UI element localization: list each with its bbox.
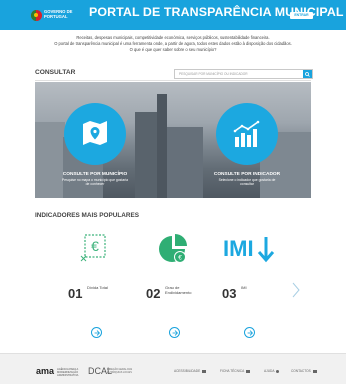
go-button[interactable]	[91, 327, 102, 338]
list-icon	[246, 369, 251, 373]
accessibility-icon	[202, 369, 207, 373]
tower-shape	[157, 94, 167, 198]
rank-number: 02	[146, 286, 161, 301]
arrow-right-icon	[94, 329, 100, 336]
search-button[interactable]	[303, 70, 312, 78]
footer-link-contacts[interactable]: CONTACTOS	[291, 369, 317, 373]
pie-euro-icon[interactable]: €	[158, 233, 190, 270]
consult-indicator-button[interactable]	[216, 103, 278, 165]
dcal-logo-subtitle: DIREÇÃO GERAL DAS AUTARQUIAS LOCAIS	[107, 368, 133, 374]
footer: ama AGÊNCIA PARA A MODERNIZAÇÃO ADMINIST…	[0, 353, 346, 384]
ama-logo[interactable]: ama	[36, 366, 54, 376]
footer-link-label: ACESSIBILIDADE	[174, 369, 201, 373]
svg-text:IMI: IMI	[223, 236, 254, 261]
arrow-right-icon	[247, 329, 253, 336]
building-shape	[167, 127, 203, 198]
footer-link-label: CONTACTOS	[291, 369, 311, 373]
consult-municipality-button[interactable]	[64, 103, 126, 165]
help-icon	[276, 369, 280, 373]
rank-number: 03	[222, 286, 237, 301]
consult-municipality-subtitle: Pesquise no mapa o município que gostari…	[62, 178, 128, 186]
governo-logo[interactable]: GOVERNO DE PORTUGAL	[31, 9, 75, 22]
chevron-right-icon	[292, 282, 300, 298]
footer-link-help[interactable]: AJUDA	[264, 369, 280, 373]
portugal-flag-icon	[31, 10, 42, 21]
footer-link-label: AJUDA	[264, 369, 275, 373]
section-divider	[35, 80, 311, 81]
rank-number: 01	[68, 286, 83, 301]
ama-logo-subtitle: AGÊNCIA PARA A MODERNIZAÇÃO ADMINISTRATI…	[57, 368, 79, 377]
search-icon	[305, 71, 310, 77]
indicator-label[interactable]: IMI	[241, 285, 261, 290]
top-header: GOVERNO DE PORTUGAL PORTAL DE TRANSPARÊN…	[0, 0, 346, 30]
popular-indicators-heading: INDICADORES MAIS POPULARES	[35, 212, 140, 219]
search-input[interactable]: PESQUISAR POR MUNICÍPIO OU INDICADOR	[174, 69, 313, 79]
map-pin-icon	[83, 121, 107, 145]
carousel-next-button[interactable]	[292, 282, 300, 303]
mail-icon	[312, 369, 317, 373]
intro-line-3: O que é que quer saber sobre o seu munic…	[129, 47, 217, 52]
svg-text:€: €	[178, 255, 182, 262]
go-button[interactable]	[244, 327, 255, 338]
euro-dashed-icon[interactable]: €	[80, 233, 108, 268]
consult-hero: CONSULTE POR MUNICÍPIO Pesquise no mapa …	[35, 82, 311, 198]
consult-indicator-subtitle: Selecione o indicador que gostaria de co…	[218, 178, 276, 186]
footer-link-technical[interactable]: FICHA TÉCNICA	[220, 369, 251, 373]
footer-link-accessibility[interactable]: ACESSIBILIDADE	[174, 369, 207, 373]
indicator-label[interactable]: Dívida Total	[87, 285, 117, 290]
consult-heading: CONSULTAR	[35, 69, 76, 76]
arrow-right-icon	[172, 329, 178, 336]
svg-text:€: €	[91, 238, 99, 254]
building-shape	[35, 122, 65, 198]
login-button[interactable]: ENTRAR	[290, 12, 313, 19]
indicator-label[interactable]: Grau de Endividamento	[165, 285, 197, 295]
building-shape	[135, 112, 157, 198]
consult-municipality-title[interactable]: CONSULTE POR MUNICÍPIO	[45, 172, 145, 177]
search-placeholder: PESQUISAR POR MUNICÍPIO OU INDICADOR	[179, 72, 248, 76]
imi-down-icon[interactable]: IMI	[222, 234, 276, 269]
go-button[interactable]	[169, 327, 180, 338]
logo-text: GOVERNO DE PORTUGAL	[44, 9, 73, 19]
intro-text: Receitas, despesas municipais, competiti…	[0, 35, 346, 53]
footer-link-label: FICHA TÉCNICA	[220, 369, 245, 373]
bar-chart-icon	[233, 120, 260, 147]
consult-indicator-title[interactable]: CONSULTE POR INDICADOR	[197, 172, 297, 177]
